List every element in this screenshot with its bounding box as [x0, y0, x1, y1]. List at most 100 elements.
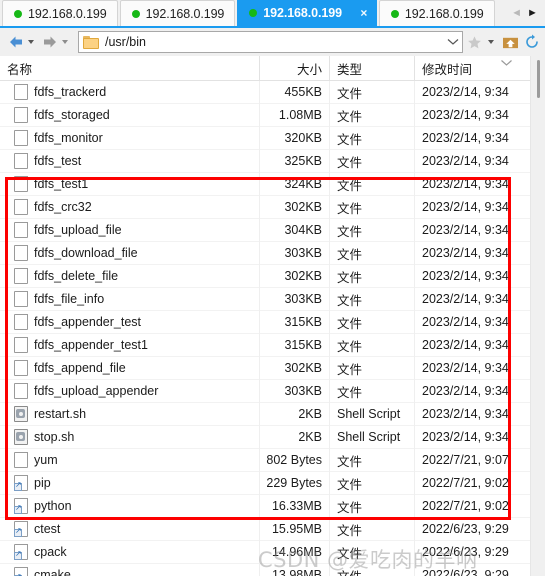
cell-date: 2022/7/21, 9:07: [422, 453, 509, 467]
table-row[interactable]: pip 229 Bytes文件 2022/7/21, 9:02: [0, 471, 530, 495]
forward-button[interactable]: [40, 31, 74, 53]
table-row[interactable]: fdfs_append_file 302KB 文件 2023/2/14, 9:34: [0, 356, 530, 380]
table-row[interactable]: fdfs_trackerd 455KB 文件 2023/2/14, 9:34: [0, 81, 530, 104]
cell-name[interactable]: stop.sh: [0, 425, 260, 449]
table-row[interactable]: fdfs_upload_appender 303KB 文件 2023/2/14, 9:…: [0, 379, 530, 403]
cell-name[interactable]: fdfs_trackerd: [0, 81, 260, 104]
tab-1[interactable]: 192.168.0.199: [119, 0, 236, 26]
file-name-label: ctest: [34, 522, 61, 536]
tab-scroll-left-icon[interactable]: ◄: [511, 7, 522, 19]
tab-close-icon[interactable]: ×: [358, 7, 370, 19]
file-name-label: fdfs_test1: [34, 177, 89, 191]
table-row[interactable]: fdfs_test1 324KB 文件 2023/2/14, 9:34: [0, 172, 530, 196]
home-icon[interactable]: [499, 31, 521, 53]
table-row[interactable]: fdfs_download_file 303KB 文件 2023/2/14, 9:34: [0, 241, 530, 265]
symlink-icon: [14, 521, 28, 537]
cell-type: 文件: [330, 126, 415, 150]
cell-name[interactable]: fdfs_monitor: [0, 126, 260, 150]
cell-name[interactable]: fdfs_appender_test1: [0, 333, 260, 357]
shell-script-icon: [14, 429, 28, 445]
cell-date: 2022/7/21, 9:02: [422, 499, 509, 513]
scrollbar-thumb[interactable]: [537, 60, 540, 98]
column-header-size[interactable]: 大小: [260, 55, 330, 81]
column-options-icon[interactable]: [500, 56, 513, 70]
cell-name[interactable]: fdfs_crc32: [0, 195, 260, 219]
cell-name[interactable]: fdfs_test: [0, 149, 260, 173]
cell-type: 文件: [330, 264, 415, 288]
table-row[interactable]: fdfs_upload_file 304KB 文件 2023/2/14, 9:34: [0, 218, 530, 242]
address-dropdown-icon[interactable]: [446, 35, 460, 49]
tab-3[interactable]: 192.168.0.199: [378, 0, 495, 26]
cell-name[interactable]: fdfs_test1: [0, 172, 260, 196]
cell-name[interactable]: restart.sh: [0, 402, 260, 426]
forward-history-caret-icon[interactable]: [62, 40, 68, 44]
cell-name[interactable]: fdfs_download_file: [0, 241, 260, 265]
cell-date: 2023/2/14, 9:34: [422, 85, 509, 99]
table-row[interactable]: fdfs_storaged 1.08MB 文件 2023/2/14, 9:34: [0, 103, 530, 127]
table-row[interactable]: ctest 15.95MB文件 2022/6/23, 9:29: [0, 517, 530, 541]
cell-date: 2023/2/14, 9:34: [422, 315, 509, 329]
address-bar-value[interactable]: /usr/bin: [105, 35, 440, 49]
cell-name[interactable]: python: [0, 494, 260, 518]
tab-2[interactable]: 192.168.0.199 ×: [237, 0, 377, 26]
cell-name[interactable]: fdfs_storaged: [0, 103, 260, 127]
table-row[interactable]: cpack 14.96MB文件 2022/6/23, 9:29: [0, 540, 530, 564]
vertical-scrollbar[interactable]: [530, 56, 545, 576]
cell-name[interactable]: cpack: [0, 540, 260, 564]
file-icon: [14, 314, 28, 330]
folder-icon: [83, 35, 99, 49]
file-name-label: fdfs_delete_file: [34, 269, 119, 283]
table-row[interactable]: cmake 13.98MB文件 2022/6/23, 9:29: [0, 563, 530, 576]
tab-label: 192.168.0.199: [28, 6, 107, 21]
table-row[interactable]: fdfs_delete_file 302KB 文件 2023/2/14, 9:34: [0, 264, 530, 288]
cell-name[interactable]: ctest: [0, 517, 260, 541]
cell-name[interactable]: yum: [0, 448, 260, 472]
cell-name[interactable]: fdfs_file_info: [0, 287, 260, 311]
column-header-date[interactable]: 修改时间: [415, 56, 544, 81]
favorites-star-icon[interactable]: [463, 31, 485, 53]
cell-type: 文件: [330, 149, 415, 173]
table-row[interactable]: fdfs_monitor 320KB 文件 2023/2/14, 9:34: [0, 126, 530, 150]
tab-scroll-controls[interactable]: ◄ ►: [504, 0, 545, 26]
file-name-label: fdfs_upload_appender: [34, 384, 159, 398]
table-row[interactable]: stop.sh 2KB Shell Script 2023/2/14, 9:34: [0, 425, 530, 449]
cell-name[interactable]: fdfs_delete_file: [0, 264, 260, 288]
table-row[interactable]: restart.sh 2KB Shell Script 2023/2/14, 9:34: [0, 402, 530, 426]
symlink-icon: [14, 544, 28, 560]
table-row[interactable]: python 16.33MB文件 2022/7/21, 9:02: [0, 494, 530, 518]
cell-name[interactable]: pip: [0, 471, 260, 495]
back-history-caret-icon[interactable]: [28, 40, 34, 44]
file-icon: [14, 245, 28, 261]
cell-name[interactable]: fdfs_append_file: [0, 356, 260, 380]
favorites-dropdown-icon[interactable]: [488, 40, 494, 44]
cell-name[interactable]: fdfs_upload_file: [0, 218, 260, 242]
table-row[interactable]: yum 802 Bytes 文件 2022/7/21, 9:07: [0, 448, 530, 472]
cell-date: 2022/7/21, 9:02: [422, 476, 509, 490]
cell-date: 2023/2/14, 9:34: [422, 154, 509, 168]
table-row[interactable]: fdfs_appender_test1 315KB 文件 2023/2/14, 9:3…: [0, 333, 530, 357]
refresh-icon[interactable]: [521, 31, 543, 53]
column-header-type[interactable]: 类型: [330, 55, 415, 81]
file-list-panel[interactable]: fdfs_trackerd 455KB 文件 2023/2/14, 9:34 fdfs_…: [0, 81, 545, 576]
file-icon: [14, 176, 28, 192]
file-name-label: fdfs_appender_test1: [34, 338, 148, 352]
column-header-name[interactable]: 名称: [0, 55, 260, 81]
forward-arrow-icon: [44, 36, 56, 48]
cell-size: 325KB: [260, 149, 330, 173]
cell-name[interactable]: fdfs_appender_test: [0, 310, 260, 334]
table-row[interactable]: fdfs_file_info 303KB 文件 2023/2/14, 9:34: [0, 287, 530, 311]
table-row[interactable]: fdfs_crc32 302KB 文件 2023/2/14, 9:34: [0, 195, 530, 219]
cell-size: 303KB: [260, 287, 330, 311]
table-row[interactable]: fdfs_test 325KB 文件 2023/2/14, 9:34: [0, 149, 530, 173]
tab-status-dot-icon: [249, 8, 258, 17]
cell-size: 324KB: [260, 172, 330, 196]
table-row[interactable]: fdfs_appender_test 315KB 文件 2023/2/14, 9:34: [0, 310, 530, 334]
cell-size: 302KB: [260, 264, 330, 288]
tab-scroll-right-icon[interactable]: ►: [527, 7, 538, 19]
cell-name[interactable]: cmake: [0, 563, 260, 576]
back-button[interactable]: [6, 31, 40, 53]
cell-size: 13.98MB: [260, 563, 330, 576]
address-bar[interactable]: /usr/bin: [78, 31, 463, 53]
cell-name[interactable]: fdfs_upload_appender: [0, 379, 260, 403]
tab-0[interactable]: 192.168.0.199: [2, 0, 118, 26]
